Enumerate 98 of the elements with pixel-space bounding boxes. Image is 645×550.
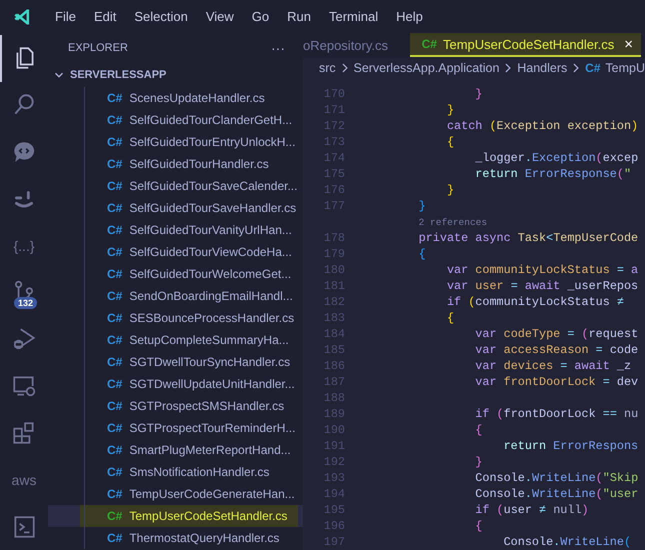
line-number: 183 <box>322 311 346 325</box>
menu-item[interactable]: Terminal <box>320 6 388 27</box>
references-link[interactable]: 2 references <box>418 216 488 228</box>
breadcrumb-item[interactable]: Handlers <box>517 60 568 75</box>
code-line: { <box>418 247 426 261</box>
code-line: _logger.Exception(excep <box>475 151 638 165</box>
explorer-tree-row[interactable]: C# SelfGuidedTourViewCodeHa... <box>48 241 303 263</box>
explorer-tree-row[interactable]: C# SGTProspectTourReminderH... <box>48 417 303 439</box>
count-badge: 132 <box>14 297 38 310</box>
explorer-tree-row[interactable]: C# TempUserCodeSetHandler.cs <box>48 505 303 527</box>
code-line: } <box>475 87 482 101</box>
menu-item[interactable]: Selection <box>125 6 197 27</box>
activity-item[interactable]: 132 <box>0 269 48 316</box>
explorer-tree-row[interactable]: C# SetupCompleteSummaryHa... <box>48 329 303 351</box>
line-number: 185 <box>322 343 346 357</box>
code-line: return ErrorResponse(" <box>475 167 632 181</box>
explorer-tree-row[interactable]: C# SelfGuidedTourWelcomeGet... <box>48 263 303 285</box>
folder-row[interactable]: SERVERLESSAPP <box>48 62 303 87</box>
explorer-tree-row[interactable]: C# SelfGuidedTourSaveCalender... <box>48 175 303 197</box>
code-line: if (user ≠ null) <box>475 503 589 517</box>
line-number: 174 <box>322 151 346 165</box>
line-number: 184 <box>322 327 346 341</box>
explorer-tree-row[interactable]: C# SelfGuidedTourClanderGetH... <box>48 109 303 131</box>
code-line: return ErrorRespons <box>504 439 638 453</box>
line-number: 170 <box>322 87 346 101</box>
sidebar-title: EXPLORER <box>68 42 128 54</box>
explorer-tree-row[interactable]: C# SESBounceProcessHandler.cs <box>48 307 303 329</box>
editor-tab[interactable]: C# TempUserCodeSetHandler.cs × <box>410 33 641 58</box>
code-line: { <box>475 423 482 437</box>
line-number: 186 <box>322 359 346 373</box>
menu-item[interactable]: View <box>196 6 243 27</box>
explorer-tree-row[interactable]: C# ThermostatQueryHandler.cs <box>48 527 303 549</box>
breadcrumb-item[interactable]: ServerlessApp.Application <box>353 60 500 75</box>
code-line: private async Task<TempUserCode <box>418 231 638 245</box>
explorer-tree-row[interactable]: C# SGTDwellTourSyncHandler.cs <box>48 351 303 373</box>
code-line: var accessReason = code <box>475 343 638 357</box>
code-line: var user = await _userRepos <box>446 279 638 293</box>
explorer-tree-row[interactable]: C# SGTDwellUpdateUnitHandler... <box>48 373 303 395</box>
line-number: 177 <box>322 199 346 213</box>
code-line: } <box>475 455 482 469</box>
line-number: 195 <box>322 503 346 517</box>
code-line: { <box>446 135 454 149</box>
editor-tab[interactable]: oRepository.cs <box>303 33 398 58</box>
line-number: 176 <box>322 183 346 197</box>
code-line: var communityLockStatus = a <box>446 263 638 277</box>
line-number: 197 <box>322 535 346 549</box>
line-number: 173 <box>322 135 346 149</box>
menu-item[interactable]: Go <box>242 6 278 27</box>
explorer-tree-row[interactable]: C# SmsNotificationHandler.cs <box>48 461 303 483</box>
menu-item[interactable]: File <box>46 6 85 27</box>
code-line: } <box>446 103 454 117</box>
line-number: 188 <box>322 391 346 405</box>
explorer-tree-row[interactable]: C# SGTProspectSMSHandler.cs <box>48 395 303 417</box>
breadcrumb-item[interactable]: src <box>319 60 336 75</box>
line-number: 181 <box>322 279 346 293</box>
line-number: 192 <box>322 455 346 469</box>
explorer-tree-row[interactable]: C# TempUserCodeGenerateHan... <box>48 483 303 505</box>
line-number: 190 <box>322 423 346 437</box>
more-actions-button[interactable]: ··· <box>271 40 285 56</box>
line-number: 172 <box>322 119 346 133</box>
line-number: 191 <box>322 439 346 453</box>
explorer-tree-row[interactable]: C# ScenesUpdateHandler.cs <box>48 87 303 109</box>
line-number: 182 <box>322 295 346 309</box>
line-number: 187 <box>322 375 346 389</box>
line-number: 179 <box>322 247 346 261</box>
line-number: 194 <box>322 487 346 501</box>
explorer-tree-row[interactable]: C# SendOnBoardingEmailHandl... <box>48 285 303 307</box>
code-line: catch (Exception exception) <box>446 119 638 133</box>
code-line: { <box>475 519 482 533</box>
code-line: var frontDoorLock = dev <box>475 375 638 389</box>
menu-item[interactable]: Edit <box>84 6 126 27</box>
line-number: 193 <box>322 471 346 485</box>
app-logo-icon <box>12 6 32 26</box>
code-line: Console.WriteLine("user <box>475 487 638 501</box>
line-number: 180 <box>322 263 346 277</box>
code-line: if (frontDoorLock == nu <box>475 407 638 421</box>
explorer-tree-row[interactable]: C# SelfGuidedTourSaveHandler.cs <box>48 197 303 219</box>
code-line: var devices = await _z <box>475 359 632 373</box>
line-number: 171 <box>322 103 346 117</box>
menu-item[interactable]: Run <box>278 6 320 27</box>
line-number: 178 <box>322 231 346 245</box>
code-line: var codeType = (request <box>475 327 638 341</box>
line-number: 189 <box>322 407 346 421</box>
explorer-tree-row[interactable]: C# SelfGuidedTourVanityUrlHan... <box>48 219 303 241</box>
breadcrumb-item[interactable]: C# TempU <box>585 60 645 75</box>
line-number: 175 <box>322 167 346 181</box>
code-line: { <box>446 311 454 325</box>
explorer-tree-row[interactable]: C# SmartPlugMeterReportHand... <box>48 439 303 461</box>
close-button[interactable]: × <box>624 36 633 53</box>
explorer-tree-row[interactable]: C# SelfGuidedTourEntryUnlockH... <box>48 131 303 153</box>
code-line: Console.WriteLine("Skip <box>475 471 638 485</box>
code-line: } <box>418 199 426 213</box>
explorer-tree-row[interactable]: C# SelfGuidedTourHandler.cs <box>48 153 303 175</box>
code-line: if (communityLockStatus ≠ <box>446 295 624 309</box>
code-line: Console.WriteLine( <box>504 535 632 549</box>
menu-item[interactable]: Help <box>387 6 432 27</box>
code-line: } <box>446 183 454 197</box>
line-number: 196 <box>322 519 346 533</box>
